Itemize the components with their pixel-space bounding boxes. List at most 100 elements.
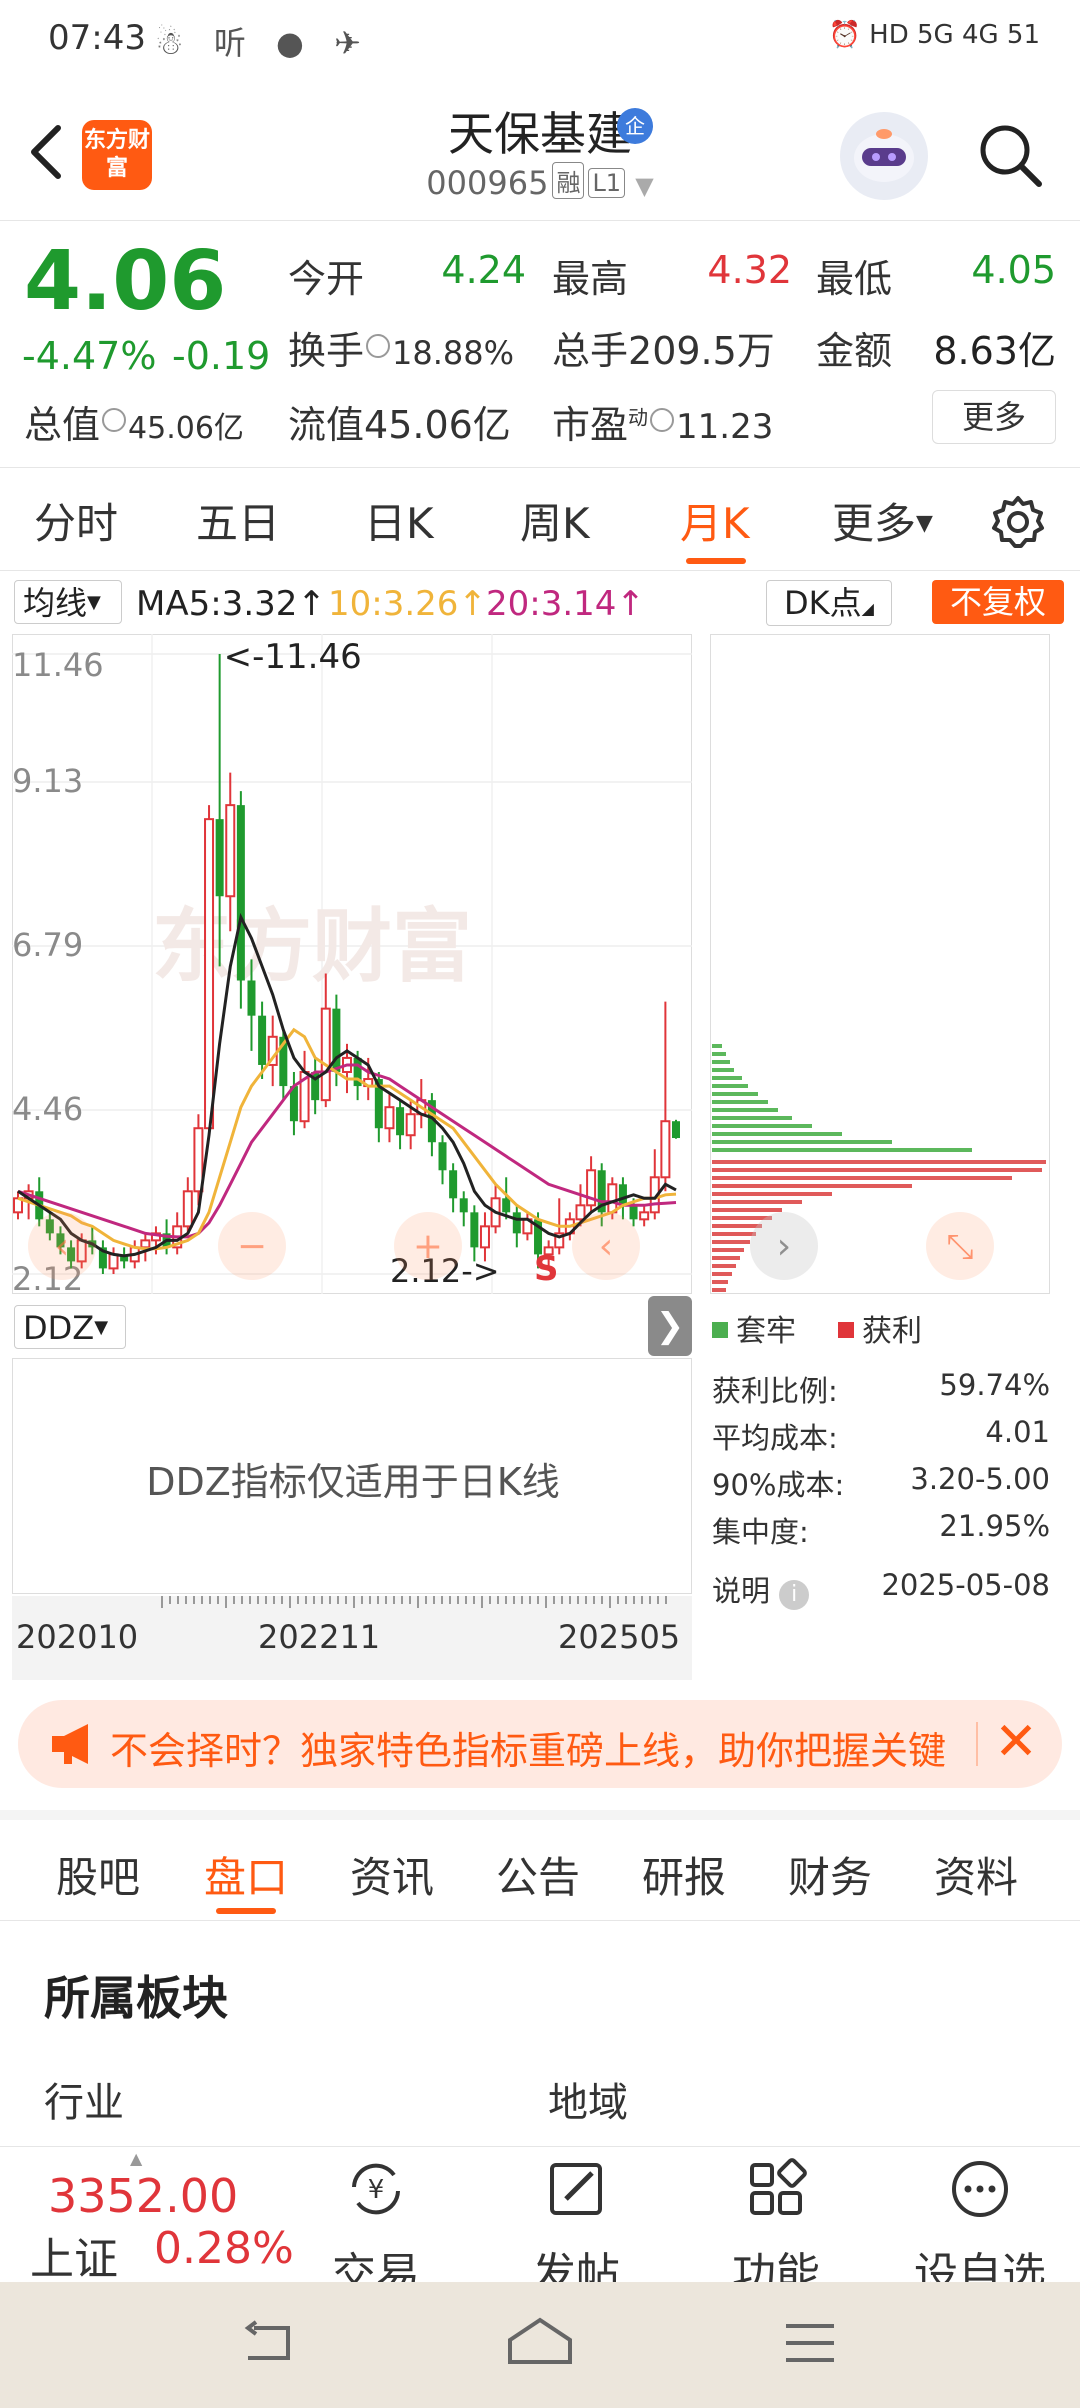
- section-tabs: 股吧 盘口 资讯 公告 研报 财务 资料: [0, 1810, 1080, 1921]
- chip-bar-trapped: [712, 1148, 972, 1152]
- pe-ratio: 市盈动 11.23: [552, 394, 773, 449]
- candle-body: [512, 1212, 521, 1234]
- candle-body: [672, 1121, 680, 1139]
- chevron-right-icon: ›: [777, 1226, 791, 1267]
- nav-home-icon[interactable]: [504, 2314, 576, 2370]
- tab-five-day[interactable]: 五日: [196, 490, 280, 551]
- open-value: 4.24: [441, 248, 526, 292]
- last-price: 4.06: [24, 234, 227, 329]
- chip-bar-profit: [712, 1200, 802, 1204]
- expand-icon: ⤡: [946, 1227, 973, 1267]
- info-dot-icon[interactable]: [366, 334, 391, 358]
- avg-cost-value: 4.01: [985, 1415, 1050, 1449]
- tab-news[interactable]: 资讯: [350, 1844, 434, 1905]
- index-change-pct[interactable]: 0.28%: [154, 2223, 294, 2274]
- index-name[interactable]: 上证: [30, 2223, 118, 2287]
- promo-banner[interactable]: 不会择时？独家特色指标重磅上线，助你把握关键 ✕: [18, 1700, 1062, 1788]
- quote-panel: 4.06 -4.47% -0.19 总值 45.06亿 今开 4.24 最高 4.…: [0, 222, 1080, 468]
- nav-back-icon[interactable]: [240, 2318, 296, 2368]
- high-label: 最高: [552, 257, 629, 301]
- tab-daily-k[interactable]: 日K: [364, 490, 434, 551]
- trade-button[interactable]: ¥ 交易: [296, 2157, 456, 2302]
- tab-weekly-k[interactable]: 周K: [520, 490, 590, 551]
- tab-research[interactable]: 研报: [642, 1844, 726, 1905]
- megaphone-icon: [52, 1724, 88, 1764]
- chip-note[interactable]: 说明 i: [712, 1568, 810, 1610]
- float-cap: 流值45.06亿: [288, 394, 511, 449]
- info-dot-icon[interactable]: [102, 408, 127, 432]
- no-adjust-button[interactable]: 不复权: [932, 580, 1064, 624]
- caret-down-icon: ▼: [94, 1317, 109, 1338]
- chip-bar-profit: [712, 1264, 736, 1268]
- status-time: 07:43: [48, 18, 146, 58]
- time-axis-ticks: [161, 1596, 667, 1608]
- change-percent: -4.47%: [22, 334, 157, 378]
- post-button[interactable]: 发帖: [496, 2157, 656, 2302]
- chip-bar-profit: [712, 1184, 912, 1188]
- tab-intraday[interactable]: 分时: [34, 490, 118, 551]
- candle-body: [449, 1170, 458, 1199]
- candle-body: [140, 1239, 151, 1249]
- chip-bar-profit: [712, 1224, 762, 1228]
- chip-bar-trapped: [712, 1060, 730, 1064]
- close-icon[interactable]: ✕: [986, 1712, 1046, 1772]
- y-tick-label: 4.46: [12, 1090, 83, 1128]
- dk-point-select[interactable]: DK点◢: [766, 580, 892, 626]
- tab-profile[interactable]: 资料: [934, 1844, 1018, 1905]
- candle-body: [660, 1120, 671, 1179]
- info-dot-icon[interactable]: [650, 408, 675, 432]
- enterprise-badge: 企: [617, 108, 653, 144]
- tab-more-label: 更多: [832, 499, 917, 548]
- low-value: 4.05: [971, 248, 1056, 292]
- chip-bar-trapped: [712, 1092, 758, 1096]
- x-tick-label: 202010: [16, 1618, 139, 1656]
- y-tick-label: 11.46: [12, 646, 104, 684]
- edit-icon: [550, 2163, 602, 2215]
- chip-bar-trapped: [712, 1052, 726, 1056]
- chip-bar-profit: [712, 1272, 732, 1276]
- kline-chart[interactable]: 东方财富11.469.136.794.462.12<-11.462.12->S‹…: [12, 634, 692, 1294]
- stock-header: 东方财富 天保基建 企 000965 融 L1 ▼: [0, 90, 1080, 221]
- chip-note-label: 说明: [712, 1574, 771, 1608]
- ma-select[interactable]: 均线▼: [14, 580, 122, 624]
- settings-gear-icon[interactable]: [990, 494, 1046, 550]
- candle-body: [320, 1007, 331, 1102]
- functions-button[interactable]: 功能: [696, 2157, 856, 2302]
- yuan-exchange-icon: ¥: [352, 2163, 400, 2215]
- pe-value: 11.23: [676, 407, 774, 447]
- candle-body: [236, 805, 245, 981]
- robot-assistant-icon[interactable]: [840, 112, 928, 200]
- stock-name-text: 天保基建: [448, 107, 632, 161]
- volume: 总手209.5万: [552, 320, 775, 375]
- chip-bar-trapped: [712, 1140, 892, 1144]
- market-cap-value: 45.06亿: [128, 411, 244, 446]
- avg-cost-label: 平均成本:: [712, 1421, 838, 1455]
- search-icon[interactable]: [975, 120, 1045, 190]
- index-value[interactable]: 3352.00: [48, 2169, 238, 2223]
- market-cap: 总值 45.06亿: [24, 394, 244, 449]
- ma20-value: 20:3.14↑: [486, 584, 645, 624]
- time-axis-scrollbar[interactable]: 202010 202211 202505: [12, 1596, 692, 1680]
- add-watchlist-button[interactable]: 设自选: [900, 2157, 1060, 2302]
- candle-body: [459, 1198, 468, 1213]
- zoom-in-button-glyph: +: [413, 1226, 443, 1267]
- expand-panel-button[interactable]: ❯: [648, 1296, 692, 1356]
- tab-pankou[interactable]: 盘口: [204, 1844, 288, 1905]
- tab-monthly-k[interactable]: 月K: [680, 490, 750, 551]
- chip-distribution-chart[interactable]: › ⤡: [710, 634, 1050, 1294]
- legend-swatch-green: [712, 1322, 728, 1338]
- more-quote-button[interactable]: 更多: [932, 390, 1056, 444]
- tab-announcements[interactable]: 公告: [496, 1844, 580, 1905]
- nav-menu-icon[interactable]: [782, 2318, 838, 2368]
- ddz-select[interactable]: DDZ▼: [14, 1305, 126, 1349]
- chip-bar-profit: [712, 1280, 728, 1284]
- tab-guba[interactable]: 股吧: [56, 1844, 140, 1905]
- tab-more[interactable]: 更多▼: [832, 490, 933, 551]
- turnover: 换手 18.88%: [288, 320, 514, 375]
- tab-finance[interactable]: 财务: [788, 1844, 872, 1905]
- caret-up-icon: ▲: [130, 2149, 143, 2168]
- concentration-label: 集中度:: [712, 1515, 809, 1549]
- chip-date: 2025-05-08: [881, 1568, 1050, 1602]
- float-cap-label: 流值: [288, 403, 365, 447]
- bottom-bar: ▲ 3352.00 上证 0.28% ¥ 交易 发帖 功能 设自选: [0, 2146, 1080, 2300]
